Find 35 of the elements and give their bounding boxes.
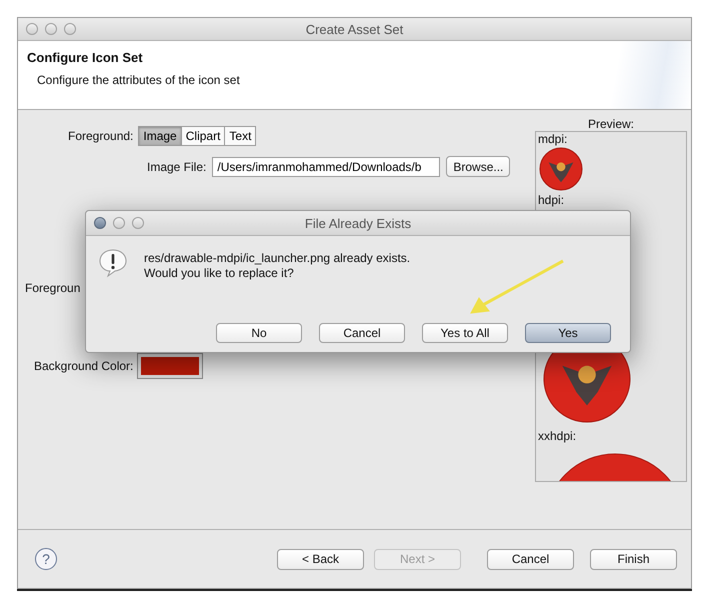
wizard-button[interactable]: < Back xyxy=(277,548,364,570)
foreground-tab[interactable]: Clipart xyxy=(180,126,226,146)
browse-button[interactable]: Browse... xyxy=(446,156,510,177)
density-label: xxhdpi: xyxy=(538,429,578,443)
preview-label: Preview: xyxy=(586,117,635,131)
dialog-button[interactable]: No xyxy=(216,323,302,343)
color-swatch[interactable] xyxy=(137,353,204,379)
wizard-button[interactable]: Finish xyxy=(590,548,677,570)
window-title: Create Asset Set xyxy=(306,22,404,36)
dialog-button[interactable]: Yes xyxy=(525,323,611,343)
density-label: hdpi: xyxy=(538,193,566,207)
dialog-title: File Already Exists xyxy=(304,216,412,230)
window-control-button[interactable] xyxy=(94,217,106,229)
image-file-field[interactable]: /Users/imranmohammed/Downloads/b xyxy=(212,156,440,176)
foreground-tab[interactable]: Image xyxy=(138,126,182,146)
page-title: Configure Icon Set xyxy=(27,50,144,65)
window-control-button[interactable] xyxy=(113,217,125,229)
help-button[interactable]: ? xyxy=(35,548,57,570)
density-label: mdpi: xyxy=(538,132,568,146)
dialog-button[interactable]: Yes to All xyxy=(422,323,508,343)
field-label: Foregroun xyxy=(25,281,80,295)
window-control-button[interactable] xyxy=(64,23,76,35)
foreground-tab[interactable]: Text xyxy=(224,126,256,146)
dialog-button[interactable]: Cancel xyxy=(319,323,405,343)
field-label: Foreground: xyxy=(68,129,134,143)
page-description: Configure the attributes of the icon set xyxy=(37,73,241,87)
field-label: Image File: xyxy=(147,160,206,174)
dialog-message: res/drawable-mdpi/ic_launcher.png already exists. Would you like to replace it? xyxy=(144,250,410,281)
wizard-button[interactable]: Cancel xyxy=(487,548,574,570)
window-control-button[interactable] xyxy=(132,217,144,229)
speech-bubble-warning-icon xyxy=(98,248,128,278)
field-label: Background Color: xyxy=(34,359,134,373)
window-control-button[interactable] xyxy=(26,23,38,35)
window-control-button[interactable] xyxy=(45,23,57,35)
app-icon xyxy=(539,147,583,191)
